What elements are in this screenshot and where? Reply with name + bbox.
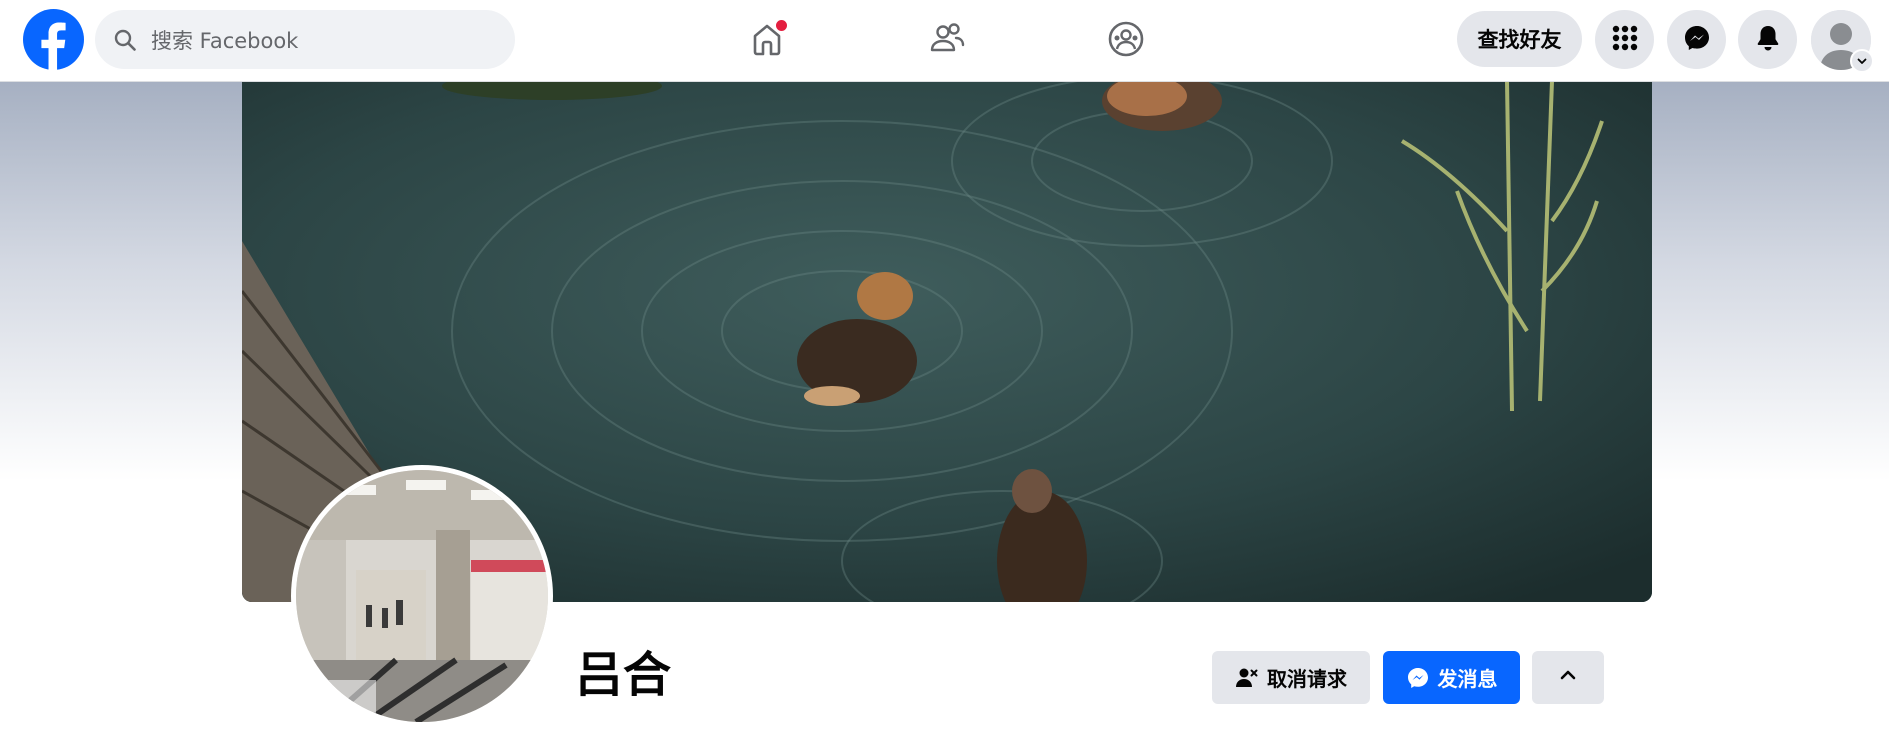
- cancel-request-label: 取消请求: [1267, 667, 1347, 691]
- cancel-request-button[interactable]: 取消请求: [1212, 651, 1370, 704]
- search-icon: [113, 28, 137, 52]
- cancel-friend-request-icon: [1235, 666, 1259, 690]
- menu-button[interactable]: [1595, 10, 1654, 69]
- bell-icon: [1753, 23, 1783, 57]
- search-bar[interactable]: [95, 10, 515, 71]
- collapse-button[interactable]: [1532, 651, 1604, 704]
- groups-icon: [1106, 19, 1146, 63]
- top-navigation-bar: 查找好友: [0, 0, 1889, 82]
- nav-tab-home[interactable]: [712, 0, 822, 81]
- nav-tab-groups[interactable]: [1071, 0, 1181, 81]
- messenger-button[interactable]: [1667, 10, 1726, 69]
- home-notification-dot: [774, 18, 789, 33]
- facebook-logo-icon[interactable]: [23, 9, 84, 70]
- account-menu-chevron[interactable]: [1850, 49, 1874, 73]
- chevron-up-icon: [1558, 665, 1578, 690]
- friends-icon: [927, 19, 967, 63]
- send-message-label: 发消息: [1437, 667, 1498, 691]
- apps-grid-icon: [1610, 23, 1640, 57]
- search-input[interactable]: [149, 10, 493, 71]
- find-friends-button[interactable]: 查找好友: [1457, 11, 1582, 67]
- messenger-icon: [1406, 666, 1430, 690]
- send-message-button[interactable]: 发消息: [1383, 651, 1520, 704]
- nav-tab-friends[interactable]: [892, 0, 1002, 81]
- profile-picture[interactable]: [291, 465, 553, 727]
- chevron-down-icon: [1856, 52, 1868, 71]
- notifications-button[interactable]: [1738, 10, 1797, 69]
- messenger-icon: [1682, 23, 1712, 57]
- profile-name: 吕合: [575, 647, 672, 703]
